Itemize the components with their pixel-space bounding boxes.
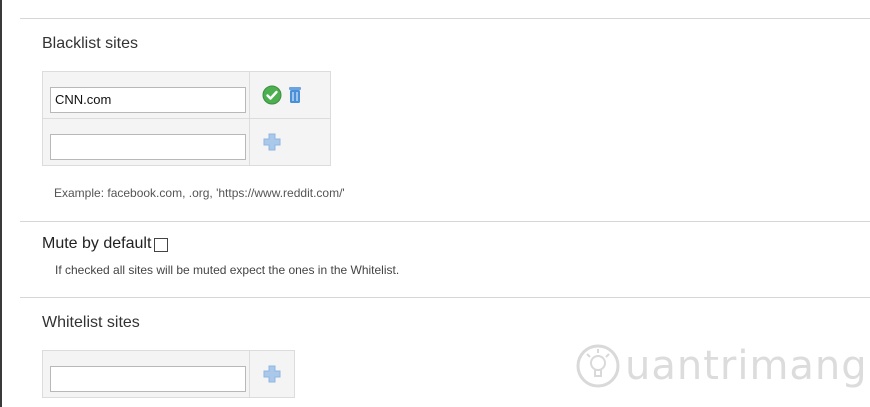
mute-label: Mute by default <box>42 235 152 252</box>
watermark-logo-icon <box>575 343 621 389</box>
blacklist-row <box>42 118 331 166</box>
blacklist-title: Blacklist sites <box>42 35 139 52</box>
divider-bottom <box>20 297 870 298</box>
divider-top <box>20 18 870 19</box>
mute-by-default-checkbox[interactable] <box>154 238 169 252</box>
add-icon[interactable] <box>262 364 282 384</box>
confirm-icon[interactable] <box>262 85 282 105</box>
divider-middle <box>20 221 870 222</box>
window-left-border <box>0 0 2 407</box>
blacklist-site-input-1[interactable] <box>50 86 246 113</box>
trash-icon[interactable] <box>288 86 302 104</box>
watermark-text: uantrimang <box>625 343 868 389</box>
add-icon[interactable] <box>262 132 282 152</box>
whitelist-site-input[interactable] <box>50 365 246 392</box>
blacklist-example-text: Example: facebook.com, .org, 'https://ww… <box>54 186 345 200</box>
blacklist-table <box>42 71 331 166</box>
mute-row: Mute by default <box>42 235 169 253</box>
mute-help-text: If checked all sites will be muted expec… <box>55 263 400 277</box>
watermark: uantrimang <box>575 343 868 389</box>
whitelist-table <box>42 350 295 398</box>
whitelist-title: Whitelist sites <box>42 314 140 331</box>
blacklist-row <box>42 71 331 119</box>
whitelist-row <box>42 350 295 398</box>
blacklist-site-input-2[interactable] <box>50 133 246 160</box>
